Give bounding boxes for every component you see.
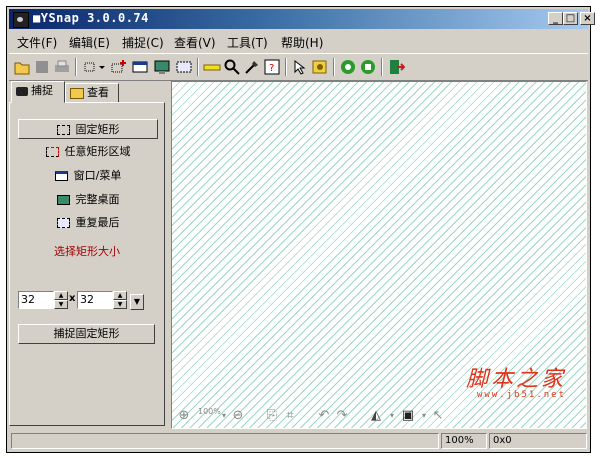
maximize-button[interactable]: □ [563,12,578,25]
camera-icon[interactable] [13,12,29,28]
ruler-icon[interactable] [203,58,221,76]
folder-icon [70,87,84,99]
watermark-text: 脚本之家 [465,367,566,392]
canvas-toolbar: ⊕ 100% ▾ ⊖ ⎘ ⌗ ↶ ↷ ◭ ▾ ▣ ▾ ↖ [172,404,586,428]
mode-fixed-rect[interactable]: 固定矩形 [18,119,158,139]
size-dropdown-button[interactable]: ▼ [130,294,144,310]
crop-icon[interactable]: ⌗ [282,408,298,424]
watermark-url: www.jb51.net [476,390,566,400]
zoom-level[interactable]: 100% [198,408,221,424]
help-icon[interactable]: ? [263,58,281,76]
arrow-up-icon[interactable]: ▲ [54,291,68,300]
print-icon[interactable] [53,58,71,76]
desktop-tool-icon[interactable] [153,58,171,76]
app-window: ■YSnap 3.0.0.74 _ □ × 文件(F) 编辑(E) 捕捉(C) … [6,6,595,453]
window-tool-icon[interactable] [131,58,149,76]
size-separator: x [69,293,76,304]
capture-panel: 捕捉 查看 固定矩形 任意矩形区域 窗口/菜单 完整桌面 重复最后 选择矩形大小… [9,81,169,427]
settings-icon[interactable] [311,58,329,76]
zoom-in-icon[interactable]: ⊕ [176,408,192,424]
svg-text:?: ? [269,63,274,74]
flip-icon[interactable]: ◭ [368,408,384,424]
record-icon[interactable] [339,58,357,76]
status-message [11,433,439,449]
capture-fixed-rect-button[interactable]: 捕捉固定矩形 [18,324,155,344]
zoom-out-icon[interactable]: ⊖ [230,408,246,424]
status-bar: 100% 0x0 [9,431,588,450]
menu-file[interactable]: 文件(F) [17,34,57,51]
repeat-tool-icon[interactable] [175,58,193,76]
menu-help[interactable]: 帮助(H) [281,34,323,51]
watermark: 脚本之家 www.jb51.net [466,361,566,400]
exit-icon[interactable] [387,58,406,76]
image-canvas[interactable]: 脚本之家 www.jb51.net ⊕ 100% ▾ ⊖ ⎘ ⌗ ↶ ↷ ◭ ▾… [171,81,587,429]
arrow-up-icon[interactable]: ▲ [113,291,127,300]
free-rect-icon [45,147,59,157]
arrow-down-icon[interactable]: ▼ [54,300,68,309]
menu-capture[interactable]: 捕捉(C) [122,34,164,51]
open-icon[interactable] [13,58,31,76]
mode-repeat-last[interactable]: 重复最后 [18,213,158,233]
undo-icon[interactable]: ↶ [316,408,332,424]
desktop-icon [56,195,70,205]
copy-icon[interactable]: ⎘ [264,408,280,424]
chevron-down-icon[interactable] [97,58,107,76]
mode-window[interactable]: 窗口/菜单 [18,166,158,186]
redo-icon[interactable]: ↷ [334,408,350,424]
fixed-rect-icon [56,125,70,135]
main-toolbar: ? [9,53,588,81]
repeat-icon [56,218,70,228]
cursor-capture-icon[interactable] [291,58,309,76]
chevron-down-icon[interactable]: ▾ [384,408,400,424]
height-spinner[interactable]: ▲ ▼ [113,291,127,309]
tab-view-label: 查看 [87,86,109,99]
capture-tab-body: 固定矩形 任意矩形区域 窗口/菜单 完整桌面 重复最后 选择矩形大小 32 ▲ ▼… [9,102,165,426]
mode-label: 完整桌面 [75,193,120,206]
mode-free-rect[interactable]: 任意矩形区域 [18,142,158,162]
tab-view[interactable]: 查看 [65,83,119,103]
minimize-button[interactable]: _ [548,12,563,25]
menu-view[interactable]: 查看(V) [174,34,216,51]
free-rect-tool-icon[interactable] [109,58,127,76]
save-icon[interactable] [33,58,51,76]
eyedropper-icon[interactable] [243,58,261,76]
menu-tools[interactable]: 工具(T) [227,34,268,51]
arrow-down-icon[interactable]: ▼ [113,300,127,309]
printer-green-icon[interactable] [359,58,377,76]
magnifier-icon[interactable] [223,58,241,76]
height-input[interactable]: 32 [77,291,113,309]
width-input[interactable]: 32 [18,291,54,309]
mode-desktop[interactable]: 完整桌面 [18,190,158,210]
close-button[interactable]: × [580,12,595,25]
status-size: 0x0 [489,433,587,449]
window-icon [54,171,68,181]
width-spinner[interactable]: ▲ ▼ [54,291,68,309]
menu-bar: 文件(F) 编辑(E) 捕捉(C) 查看(V) 工具(T) 帮助(H) [9,31,588,51]
title-bar[interactable]: ■YSnap 3.0.0.74 _ □ × [9,9,595,29]
size-section-title: 选择矩形大小 [54,245,120,258]
border-icon[interactable]: ▣ [400,408,416,424]
chevron-down-icon: ▼ [133,297,141,306]
tab-capture-label: 捕捉 [31,84,53,97]
camera-icon [16,86,28,96]
mode-label: 重复最后 [75,216,120,229]
mode-label: 固定矩形 [75,123,120,136]
mode-label: 任意矩形区域 [64,145,131,158]
status-zoom: 100% [441,433,487,449]
pointer-icon[interactable]: ↖ [430,408,446,424]
menu-edit[interactable]: 编辑(E) [69,34,110,51]
window-title: ■YSnap 3.0.0.74 [33,11,149,25]
mode-label: 窗口/菜单 [73,169,122,182]
tab-capture[interactable]: 捕捉 [11,81,65,103]
